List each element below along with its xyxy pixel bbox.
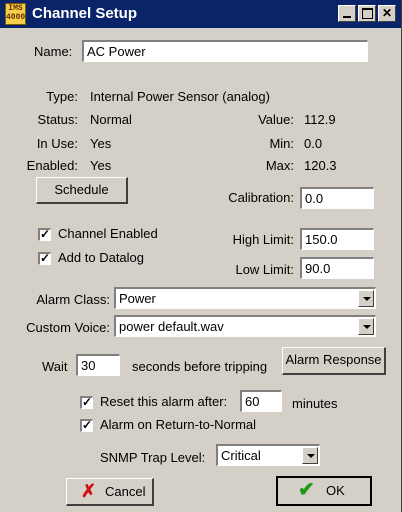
custom-voice-select[interactable]: power default.wav <box>114 315 376 337</box>
channel-setup-window: IMS 4000 Channel Setup ✕ Name: AC Power … <box>0 0 402 512</box>
close-button[interactable]: ✕ <box>378 5 396 22</box>
cancel-x-icon: ✗ <box>81 481 97 501</box>
cancel-button[interactable]: ✗ Cancel <box>66 478 154 506</box>
alarm-class-select[interactable]: Power <box>114 287 376 309</box>
calibration-label: Calibration: <box>228 190 294 205</box>
min-label: Min: <box>269 136 294 151</box>
snmp-trap-select[interactable]: Critical <box>216 444 320 466</box>
reset-alarm-input[interactable]: 60 <box>240 390 282 412</box>
enabled-label: Enabled: <box>26 158 78 173</box>
chevron-down-icon[interactable] <box>358 290 374 307</box>
snmp-trap-value: Critical <box>221 448 261 463</box>
calibration-input[interactable]: 0.0 <box>300 187 374 209</box>
value-label: Value: <box>258 112 294 127</box>
checkmark-icon: ✔ <box>298 479 315 501</box>
inuse-label: In Use: <box>36 136 78 151</box>
add-to-datalog-label[interactable]: Add to Datalog <box>58 250 144 265</box>
status-value: Normal <box>90 112 132 127</box>
custom-voice-value: power default.wav <box>119 319 224 334</box>
high-limit-label: High Limit: <box>232 232 294 247</box>
low-limit-label: Low Limit: <box>235 262 294 277</box>
reset-alarm-label[interactable]: Reset this alarm after: <box>100 394 227 409</box>
alarm-class-value: Power <box>119 291 156 306</box>
max-value: 120.3 <box>304 158 337 173</box>
max-label: Max: <box>265 158 294 173</box>
reset-alarm-checkbox[interactable]: ✓ <box>80 396 93 409</box>
title-bar[interactable]: IMS 4000 Channel Setup ✕ <box>0 0 401 28</box>
wait-input[interactable]: 30 <box>76 354 120 376</box>
channel-enabled-label[interactable]: Channel Enabled <box>58 226 158 241</box>
enabled-value: Yes <box>90 158 112 173</box>
wait-label: Wait <box>42 359 68 374</box>
type-label: Type: <box>46 89 78 104</box>
add-to-datalog-checkbox[interactable]: ✓ <box>38 252 51 265</box>
ok-button[interactable]: ✔ OK <box>276 476 372 506</box>
name-input[interactable]: AC Power <box>82 40 368 62</box>
custom-voice-label: Custom Voice: <box>26 320 110 335</box>
alarm-class-label: Alarm Class: <box>36 292 110 307</box>
cancel-button-label: Cancel <box>105 484 146 499</box>
low-limit-input[interactable]: 90.0 <box>300 257 374 279</box>
close-icon: ✕ <box>381 6 393 20</box>
snmp-trap-label: SNMP Trap Level: <box>100 450 206 465</box>
type-value: Internal Power Sensor (analog) <box>90 89 270 104</box>
chevron-down-icon[interactable] <box>358 318 374 335</box>
channel-enabled-checkbox[interactable]: ✓ <box>38 228 51 241</box>
min-value: 0.0 <box>304 136 323 151</box>
minimize-icon <box>343 16 351 18</box>
high-limit-input[interactable]: 150.0 <box>300 228 374 250</box>
schedule-button[interactable]: Schedule <box>36 177 128 204</box>
value-value: 112.9 <box>304 112 336 127</box>
minimize-button[interactable] <box>338 5 356 22</box>
ims-logo-icon: IMS 4000 <box>5 3 26 25</box>
inuse-value: Yes <box>90 136 112 151</box>
maximize-icon <box>362 8 373 19</box>
maximize-button[interactable] <box>358 5 376 22</box>
name-label: Name: <box>34 44 73 59</box>
alarm-response-button[interactable]: Alarm Response <box>282 347 386 375</box>
chevron-down-icon[interactable] <box>302 447 318 464</box>
status-label: Status: <box>37 112 78 127</box>
window-title: Channel Setup <box>32 5 138 22</box>
alarm-return-checkbox[interactable]: ✓ <box>80 419 93 432</box>
alarm-return-label[interactable]: Alarm on Return-to-Normal <box>100 417 256 432</box>
reset-alarm-suffix: minutes <box>292 396 338 411</box>
ok-button-label: OK <box>326 483 345 498</box>
wait-suffix: seconds before tripping <box>132 359 268 374</box>
